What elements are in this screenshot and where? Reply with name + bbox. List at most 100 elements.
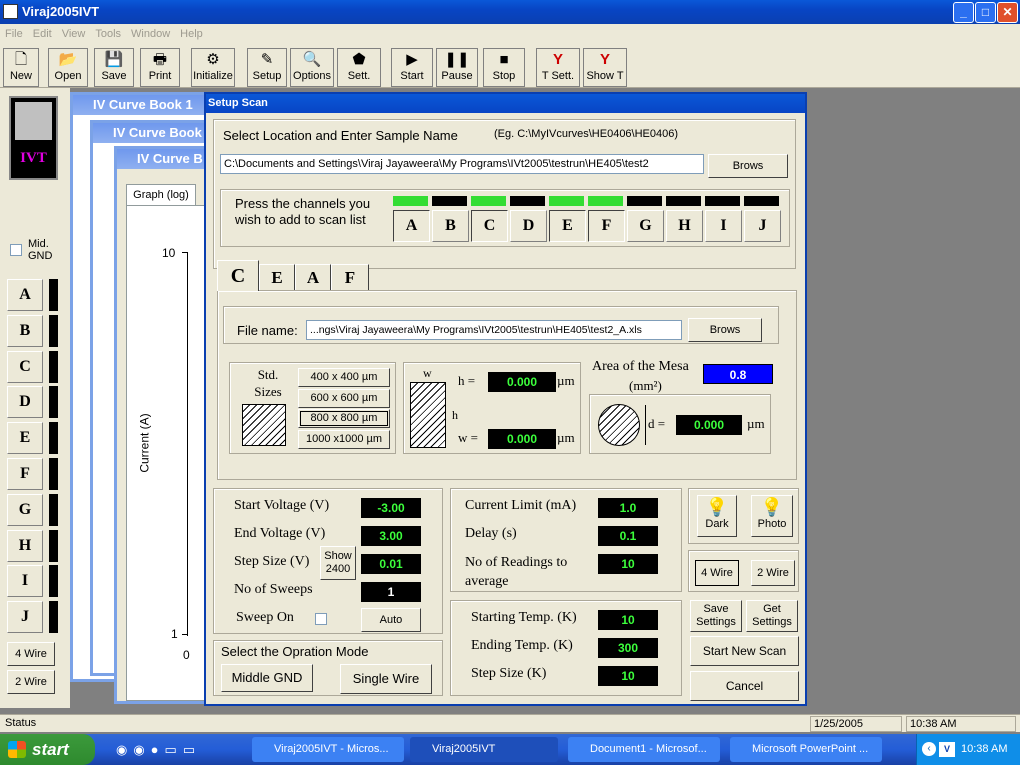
channel-g-button[interactable]: G (627, 210, 664, 242)
start-button[interactable]: start (0, 734, 95, 765)
options-button[interactable]: 🔍 Options (290, 48, 334, 87)
quick-launch-icons[interactable]: ◉◉●▭▭ (116, 742, 201, 758)
get-settings-button[interactable]: Get Settings (746, 600, 798, 632)
single-wire-button[interactable]: Single Wire (340, 664, 432, 694)
windows-logo-icon (8, 741, 26, 758)
minimize-icon[interactable]: _ (953, 2, 974, 23)
path-browse-button[interactable]: Brows (708, 154, 788, 178)
channel-i-button[interactable]: I (705, 210, 742, 242)
left-channel-j-button[interactable]: J (7, 601, 43, 634)
show-t-button[interactable]: Y Show T (583, 48, 627, 87)
status-date: 1/25/2005 (810, 716, 902, 732)
tab-channel-c[interactable]: C (217, 260, 259, 291)
menu-tools[interactable]: Tools (90, 24, 126, 44)
print-button[interactable]: 🖶 Print (140, 48, 180, 87)
start-button[interactable]: ▶ Start (391, 48, 433, 87)
end-temp-value[interactable]: 300 (598, 638, 658, 658)
channel-h-button[interactable]: H (666, 210, 703, 242)
channel-d-button[interactable]: D (510, 210, 547, 242)
size-2-button[interactable]: 600 x 600 µm (298, 388, 390, 408)
dark-button[interactable]: 💡 Dark (697, 495, 737, 537)
channel-j-button[interactable]: J (744, 210, 781, 242)
current-limit-value[interactable]: 1.0 (598, 498, 658, 518)
channel-c-button[interactable]: C (471, 210, 508, 242)
size-3-button[interactable]: 800 x 800 µm (298, 409, 390, 428)
initialize-button[interactable]: ⚙ Initialize (191, 48, 235, 87)
delay-value[interactable]: 0.1 (598, 526, 658, 546)
tab-channel-f[interactable]: F (331, 264, 369, 290)
left-channel-h-button[interactable]: H (7, 529, 43, 562)
step-temp-value[interactable]: 10 (598, 666, 658, 686)
dialog-2wire-button[interactable]: 2 Wire (751, 560, 795, 586)
t-sett-button[interactable]: YT Sett. (536, 48, 580, 87)
new-button[interactable]: 🗋 New (3, 48, 39, 87)
d-value[interactable]: 0.000 (676, 415, 742, 435)
menu-view[interactable]: View (57, 24, 91, 44)
app-titlebar[interactable]: Viraj2005IVT _ □ ✕ (0, 0, 1020, 24)
show-2400-button[interactable]: Show 2400 (320, 546, 356, 580)
left-channel-d-button[interactable]: D (7, 386, 43, 419)
channel-f-led (588, 196, 623, 206)
sweep-on-checkbox[interactable] (315, 613, 327, 625)
channel-a-button[interactable]: A (393, 210, 430, 242)
auto-button[interactable]: Auto (361, 608, 421, 632)
taskbar-item-ivt[interactable]: Viraj2005IVT (410, 737, 558, 762)
h-value[interactable]: 0.000 (488, 372, 556, 392)
w-value[interactable]: 0.000 (488, 429, 556, 449)
sweeps-value[interactable]: 1 (361, 582, 421, 602)
left-channel-f-button[interactable]: F (7, 458, 43, 490)
photo-button[interactable]: 💡 Photo (751, 495, 793, 537)
save-settings-button[interactable]: Save Settings (690, 600, 742, 632)
left-channel-i-button[interactable]: I (7, 565, 43, 598)
close-icon[interactable]: ✕ (997, 2, 1018, 23)
channel-e-button[interactable]: E (549, 210, 586, 242)
pause-button[interactable]: ❚❚ Pause (436, 48, 478, 87)
left-channel-b-button[interactable]: B (7, 314, 43, 347)
w-letter: w (423, 366, 432, 380)
channel-b-button[interactable]: B (432, 210, 469, 242)
stop-button[interactable]: ■ Stop (483, 48, 525, 87)
file-browse-button[interactable]: Brows (688, 318, 762, 342)
size-4-button[interactable]: 1000 x1000 µm (298, 429, 390, 449)
end-voltage-value[interactable]: 3.00 (361, 526, 421, 546)
menu-window[interactable]: Window (126, 24, 175, 44)
start-voltage-value[interactable]: -3.00 (361, 498, 421, 518)
tab-channel-e[interactable]: E (259, 264, 295, 290)
left-4wire-button[interactable]: 4 Wire (7, 642, 55, 666)
menu-edit[interactable]: Edit (28, 24, 57, 44)
left-channel-a-button[interactable]: A (7, 279, 43, 311)
dialog-4wire-button[interactable]: 4 Wire (695, 560, 739, 586)
taskbar-item-ivt-micros[interactable]: Viraj2005IVT - Micros... (252, 737, 404, 762)
dark-bulb-icon: 💡 (705, 497, 729, 517)
left-channel-c-button[interactable]: C (7, 350, 43, 383)
path-input[interactable]: C:\Documents and Settings\Viraj Jayaweer… (220, 154, 704, 174)
size-1-button[interactable]: 400 x 400 µm (298, 368, 390, 387)
readings-value[interactable]: 10 (598, 554, 658, 574)
left-channel-e-button[interactable]: E (7, 422, 43, 455)
location-example: (Eg. C:\MyIVcurves\HE0406\HE0406) (494, 128, 679, 140)
left-2wire-button[interactable]: 2 Wire (7, 670, 55, 694)
left-channel-g-button[interactable]: G (7, 493, 43, 526)
open-button[interactable]: 📂 Open (48, 48, 88, 87)
channel-f-button[interactable]: F (588, 210, 625, 242)
setup-button[interactable]: ✎ Setup (247, 48, 287, 87)
cancel-button[interactable]: Cancel (690, 671, 799, 701)
maximize-icon[interactable]: □ (975, 2, 996, 23)
tab-graph-log[interactable]: Graph (log) (126, 184, 196, 206)
tab-channel-a[interactable]: A (295, 264, 331, 290)
taskbar-item-powerpoint[interactable]: Microsoft PowerPoint ... (730, 737, 882, 762)
file-input[interactable]: ...ngs\Viraj Jayaweera\My Programs\IVt20… (306, 320, 682, 340)
middle-gnd-button[interactable]: Middle GND (221, 664, 313, 692)
tray-arrow-icon[interactable]: ‹ (922, 742, 936, 756)
menu-file[interactable]: File (0, 24, 28, 44)
sett-button[interactable]: ⬟ Sett. (337, 48, 381, 87)
menu-help[interactable]: Help (175, 24, 208, 44)
save-button[interactable]: 💾 Save (94, 48, 134, 87)
start-new-scan-button[interactable]: Start New Scan (690, 636, 799, 666)
start-temp-value[interactable]: 10 (598, 610, 658, 630)
iv-curve-book-3-window[interactable]: IV Curve B Graph (log) 10 1 0 Current (A… (114, 146, 214, 704)
left-channel-e-indicator (49, 422, 58, 455)
taskbar-item-document1[interactable]: Document1 - Microsof... (568, 737, 720, 762)
tray-app-icon[interactable]: V (939, 742, 955, 757)
step-size-value[interactable]: 0.01 (361, 554, 421, 574)
